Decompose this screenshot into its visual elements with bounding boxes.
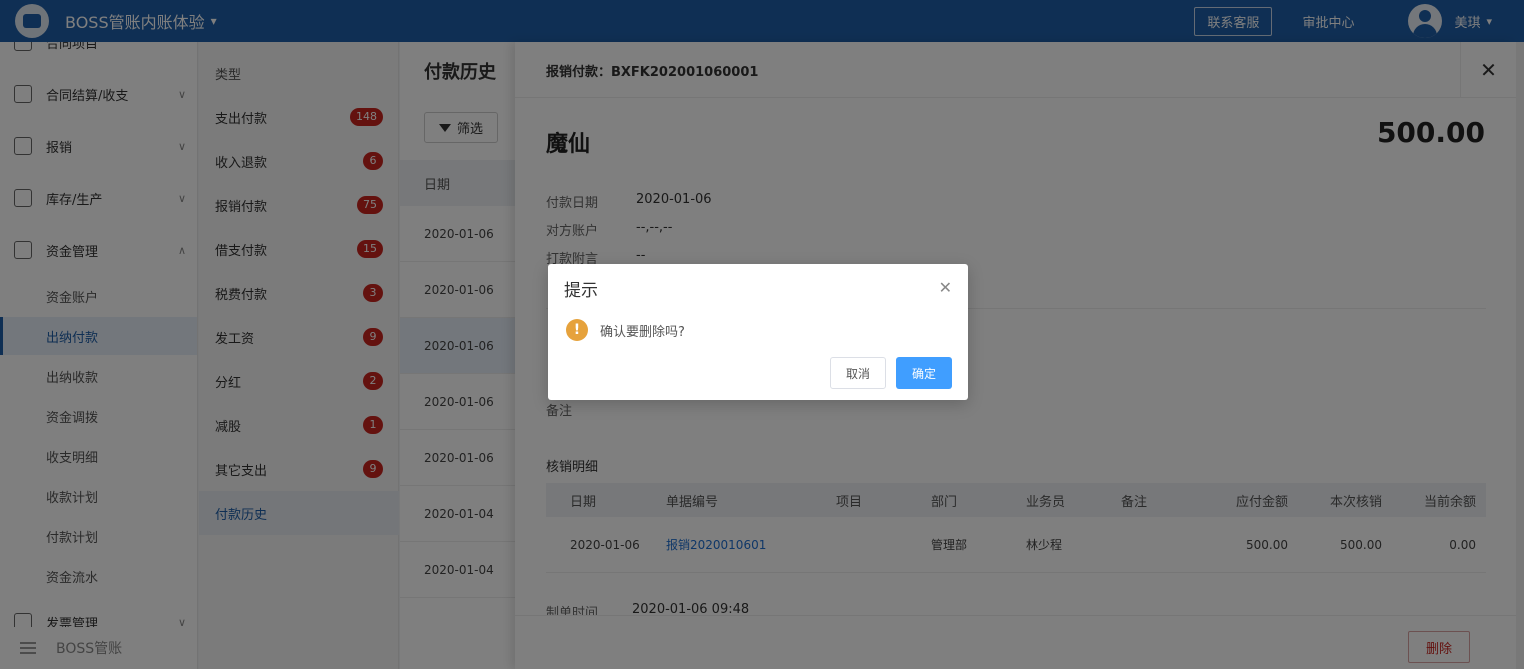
cancel-button[interactable]: 取消 [830,357,886,389]
close-icon[interactable]: ✕ [939,278,952,297]
confirm-dialog: 提示 ✕ ! 确认要删除吗? 取消 确定 [548,264,968,400]
dialog-message: 确认要删除吗? [600,325,685,340]
dialog-title: 提示 [564,281,598,301]
confirm-button[interactable]: 确定 [896,357,952,389]
warning-icon: ! [566,319,588,341]
